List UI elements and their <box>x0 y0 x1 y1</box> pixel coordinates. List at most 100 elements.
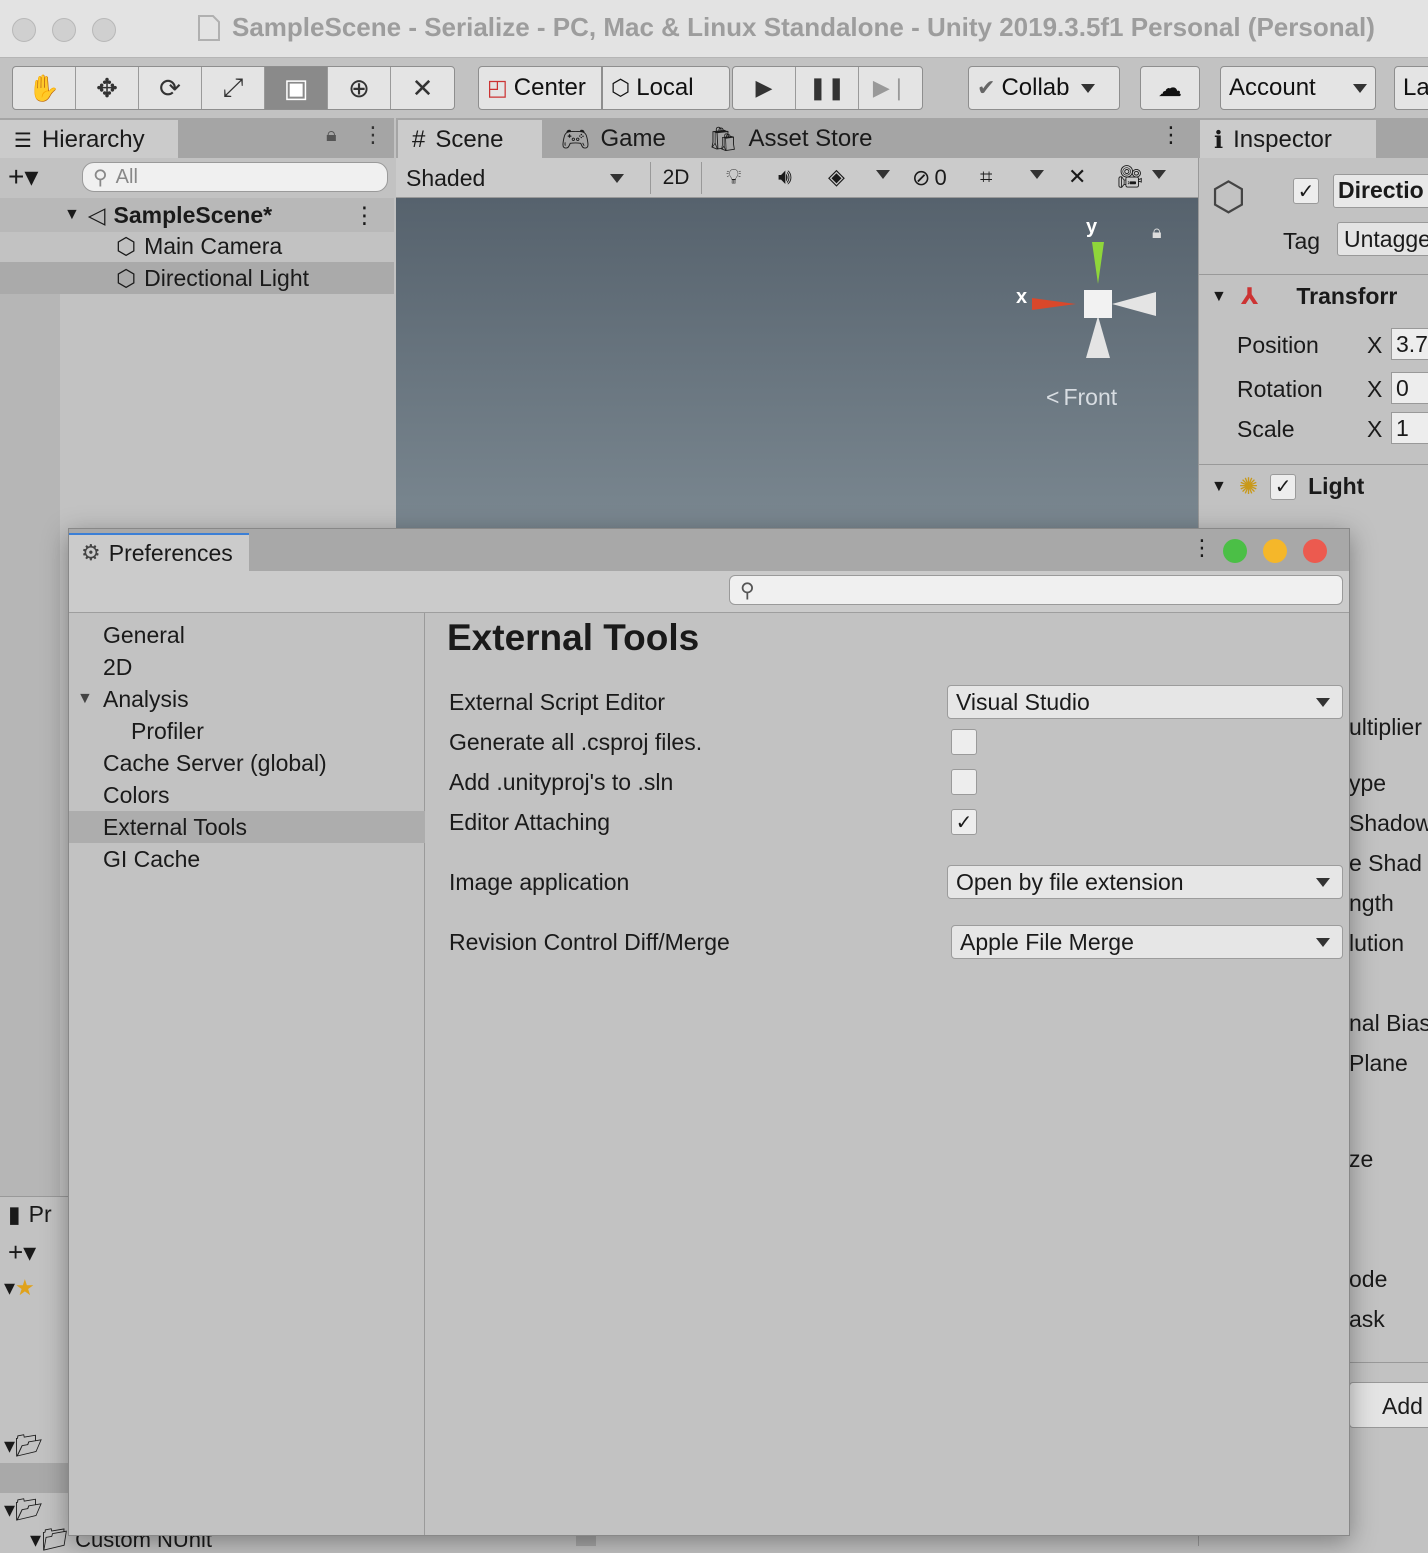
camera-icon[interactable]: 🎥︎ <box>1116 164 1144 190</box>
sidebar-item-colors[interactable]: Colors <box>69 779 425 811</box>
tab-scene[interactable]: # Scene <box>398 120 542 158</box>
minimize-window-button[interactable] <box>52 18 76 42</box>
diff-merge-dropdown[interactable]: Apple File Merge <box>951 925 1343 959</box>
preferences-search-input[interactable]: ⚲ <box>729 575 1343 605</box>
scale-x-field[interactable]: 1 <box>1391 412 1428 444</box>
sidebar-item-external-tools[interactable]: External Tools <box>69 811 425 843</box>
unity-scene-icon: ◁ <box>87 201 106 228</box>
minimize-button[interactable] <box>1263 539 1287 563</box>
favorites-row[interactable]: ▾★ <box>4 1275 35 1301</box>
more-options-icon[interactable]: ⋮ <box>362 122 384 148</box>
tab-preferences[interactable]: ⚙ Preferences <box>69 533 249 571</box>
active-checkbox[interactable]: ✓ <box>1293 178 1319 204</box>
list-item[interactable]: ⬡ Directional Light <box>0 262 394 294</box>
effects-dropdown[interactable] <box>876 170 890 179</box>
transform-tool-icon[interactable]: ⊕ <box>328 67 391 109</box>
sidebar-item-cache-server[interactable]: Cache Server (global) <box>69 747 425 779</box>
sidebar-item-gi-cache[interactable]: GI Cache <box>69 843 425 875</box>
sidebar-item-general[interactable]: General <box>69 619 425 651</box>
light-icon: ✺ <box>1238 473 1259 499</box>
lock-icon[interactable]: 🔒︎ <box>326 124 337 147</box>
hidden-objects-toggle[interactable]: ⊘ 0 <box>912 162 947 194</box>
pivot-mode-button[interactable]: ◰ Center <box>478 66 602 110</box>
move-tool-icon[interactable]: ✥ <box>76 67 139 109</box>
gizmo-center-cube[interactable] <box>1084 290 1112 318</box>
script-editor-dropdown[interactable]: Visual Studio <box>947 685 1343 719</box>
sidebar-item-2d[interactable]: 2D <box>69 651 425 683</box>
list-item[interactable]: ⬡ Main Camera <box>60 230 394 262</box>
unityproj-checkbox[interactable] <box>951 769 977 795</box>
hierarchy-search-input[interactable]: ⚲ All <box>82 162 388 192</box>
grid-dropdown[interactable] <box>1030 170 1044 179</box>
rotate-tool-icon[interactable]: ⟳ <box>139 67 202 109</box>
account-dropdown[interactable]: Account <box>1220 66 1376 110</box>
rotation-x-label: X <box>1367 376 1383 402</box>
preferences-header: ⚙ Preferences ⋮ <box>69 529 1349 571</box>
rotation-x-field[interactable]: 0 <box>1391 372 1428 404</box>
more-options-icon[interactable]: ⋮ <box>353 202 376 229</box>
scale-tool-icon[interactable]: ⤢ <box>202 67 265 109</box>
tab-project[interactable]: ▮ Pr <box>8 1201 52 1228</box>
sidebar-item-profiler[interactable]: Profiler <box>69 715 425 747</box>
close-button[interactable] <box>1303 539 1327 563</box>
more-options-icon[interactable]: ⋮ <box>1191 535 1213 561</box>
collab-dropdown[interactable]: ✔ Collab <box>968 66 1120 110</box>
gizmo-x-axis[interactable] <box>1032 298 1076 310</box>
gizmo-neg-y-axis[interactable] <box>1086 316 1110 358</box>
object-name-field[interactable]: Directio <box>1333 174 1428 208</box>
transform-header[interactable]: ▼ ⅄ Transforr <box>1199 274 1428 318</box>
tab-game[interactable]: 🎮︎ Game <box>546 120 686 158</box>
scene-root-row[interactable]: ▼ ◁ SampleScene* ⋮ <box>0 198 394 232</box>
editor-attaching-checkbox[interactable]: ✓ <box>951 809 977 835</box>
tag-label: Tag <box>1283 228 1321 254</box>
lock-icon[interactable]: 🔒︎ <box>1152 222 1162 243</box>
tools-icon[interactable]: ✕ <box>1068 164 1086 190</box>
create-plus-icon[interactable]: +▾ <box>8 1237 36 1268</box>
step-icon[interactable]: ▶❘ <box>859 67 922 109</box>
tab-asset-store[interactable]: 🛍︎ Asset Store <box>694 120 894 158</box>
light-field-label: Plane <box>1349 1050 1408 1076</box>
layers-dropdown[interactable]: La <box>1394 66 1428 110</box>
packages-folder-row[interactable]: ▾📂︎ <box>4 1497 43 1523</box>
gameobject-cube-icon: ⬡ <box>116 264 137 291</box>
chevron-down-icon <box>1316 937 1330 947</box>
scene-viewport[interactable]: y x 🔒︎ < Front <box>396 198 1198 528</box>
zoom-window-button[interactable] <box>92 18 116 42</box>
rect-tool-icon[interactable]: ▣ <box>265 67 328 109</box>
tag-dropdown[interactable]: Untagge <box>1337 222 1428 256</box>
camera-dropdown[interactable] <box>1152 170 1166 179</box>
pause-icon[interactable]: ❚❚ <box>796 67 859 109</box>
add-component-button[interactable]: Add <box>1349 1382 1428 1428</box>
custom-tool-icon[interactable]: ✕ <box>391 67 454 109</box>
gizmo-neg-x-axis[interactable] <box>1112 292 1156 316</box>
cloud-button[interactable]: ☁ <box>1140 66 1200 110</box>
tab-inspector[interactable]: ℹ Inspector <box>1200 120 1376 158</box>
grid-snap-icon[interactable]: ⌗ <box>980 164 992 190</box>
position-x-field[interactable]: 3.7 <box>1391 328 1428 360</box>
image-application-dropdown[interactable]: Open by file extension <box>947 865 1343 899</box>
play-icon[interactable]: ▶ <box>733 67 796 109</box>
gizmo-y-axis[interactable] <box>1092 242 1104 284</box>
create-plus-icon[interactable]: +▾ <box>8 160 38 193</box>
tab-hierarchy[interactable]: ☰ Hierarchy <box>0 120 178 158</box>
sidebar-item-analysis[interactable]: ▼ Analysis <box>69 683 425 715</box>
pivot-space-button[interactable]: ⬡ Local <box>602 66 730 110</box>
maximize-button[interactable] <box>1223 539 1247 563</box>
lighting-toggle-icon[interactable]: 💡︎ <box>726 164 741 190</box>
light-enabled-checkbox[interactable]: ✓ <box>1270 473 1297 500</box>
close-window-button[interactable] <box>12 18 36 42</box>
shading-mode-dropdown[interactable]: Shaded <box>406 162 632 194</box>
assets-folder-row[interactable]: ▾📂︎ <box>4 1433 43 1459</box>
light-header[interactable]: ▼ ✺ ✓ Light <box>1199 464 1428 508</box>
csproj-checkbox[interactable] <box>951 729 977 755</box>
view-mode-label[interactable]: < Front <box>1046 384 1117 411</box>
audio-toggle-icon[interactable]: 🔊︎ <box>778 164 792 190</box>
light-field-label: lution <box>1349 930 1404 956</box>
gameobject-cube-icon: ⬡ <box>116 232 137 259</box>
selected-folder-row[interactable] <box>0 1463 68 1493</box>
hand-tool-icon[interactable]: ✋ <box>13 67 76 109</box>
search-icon: ⚲ <box>93 166 108 189</box>
toggle-2d-button[interactable]: 2D <box>650 162 702 194</box>
more-options-icon[interactable]: ⋮ <box>1160 122 1182 148</box>
effects-toggle-icon[interactable]: ◈ <box>828 164 845 190</box>
